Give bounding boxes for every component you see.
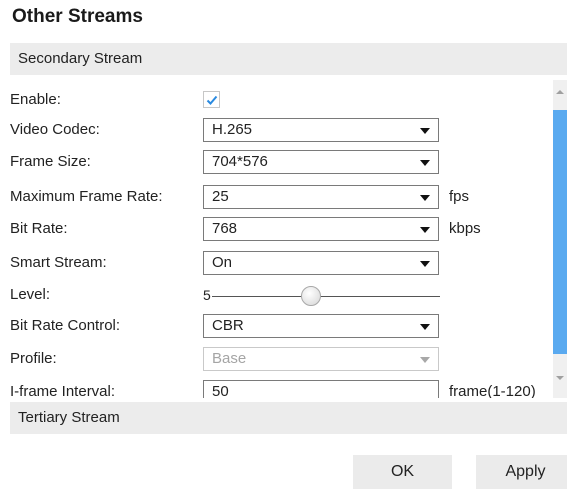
scroll-up-icon[interactable]	[556, 90, 564, 94]
max-frame-rate-value: 25	[212, 188, 229, 205]
scroll-down-icon[interactable]	[556, 376, 564, 380]
smart-stream-row: Smart Stream: On	[10, 251, 550, 275]
secondary-stream-header[interactable]: Secondary Stream	[10, 43, 567, 75]
bit-rate-label: Bit Rate:	[10, 220, 68, 237]
apply-button[interactable]: Apply	[476, 455, 567, 489]
profile-value: Base	[212, 350, 247, 367]
i-frame-interval-value: 50	[212, 383, 229, 398]
tertiary-stream-header-label: Tertiary Stream	[18, 409, 120, 426]
chevron-down-icon	[420, 357, 430, 363]
video-codec-value: H.265	[212, 121, 253, 138]
chevron-down-icon	[420, 324, 430, 330]
profile-select: Base	[203, 347, 439, 371]
enable-checkbox[interactable]	[203, 91, 220, 108]
secondary-stream-panel: Enable: Video Codec: H.265 Frame Size: 7…	[10, 80, 567, 398]
frame-size-value: 704*576	[212, 153, 268, 170]
level-slider-handle[interactable]	[301, 286, 321, 306]
bit-rate-select[interactable]: 768	[203, 217, 439, 241]
enable-row: Enable:	[10, 88, 550, 112]
bit-rate-control-value: CBR	[212, 317, 244, 334]
chevron-down-icon	[420, 128, 430, 134]
chevron-down-icon	[420, 160, 430, 166]
level-row: Level: 5	[10, 283, 550, 307]
frame-size-row: Frame Size: 704*576	[10, 150, 550, 174]
chevron-down-icon	[420, 261, 430, 267]
smart-stream-select[interactable]: On	[203, 251, 439, 275]
i-frame-interval-input[interactable]: 50	[203, 380, 439, 398]
check-icon	[206, 95, 218, 105]
video-codec-row: Video Codec: H.265	[10, 118, 550, 142]
profile-label: Profile:	[10, 350, 57, 367]
level-slider-track[interactable]	[212, 296, 440, 297]
level-value: 5	[203, 287, 211, 303]
secondary-stream-header-label: Secondary Stream	[18, 50, 143, 67]
video-codec-select[interactable]: H.265	[203, 118, 439, 142]
panel-scrollbar[interactable]	[553, 80, 567, 398]
bit-rate-row: Bit Rate: 768 kbps	[10, 217, 550, 241]
frame-size-label: Frame Size:	[10, 153, 91, 170]
smart-stream-value: On	[212, 254, 233, 271]
scrollbar-thumb[interactable]	[553, 110, 567, 354]
enable-label: Enable:	[10, 91, 61, 108]
profile-row: Profile: Base	[10, 347, 550, 371]
bit-rate-control-select[interactable]: CBR	[203, 314, 439, 338]
max-frame-rate-label: Maximum Frame Rate:	[10, 188, 163, 205]
chevron-down-icon	[420, 195, 430, 201]
chevron-down-icon	[420, 227, 430, 233]
tertiary-stream-header[interactable]: Tertiary Stream	[10, 402, 567, 434]
bit-rate-control-row: Bit Rate Control: CBR	[10, 314, 550, 338]
max-frame-rate-unit: fps	[449, 188, 470, 205]
max-frame-rate-row: Maximum Frame Rate: 25 fps	[10, 185, 550, 209]
ok-button[interactable]: OK	[353, 455, 452, 489]
i-frame-interval-row: I-frame Interval: 50 frame(1-120)	[10, 380, 550, 398]
level-label: Level:	[10, 286, 51, 303]
frame-size-select[interactable]: 704*576	[203, 150, 439, 174]
bit-rate-control-label: Bit Rate Control:	[10, 317, 121, 334]
max-frame-rate-select[interactable]: 25	[203, 185, 439, 209]
i-frame-interval-label: I-frame Interval:	[10, 383, 116, 398]
bit-rate-value: 768	[212, 220, 238, 237]
page-title: Other Streams	[12, 6, 143, 27]
bit-rate-unit: kbps	[449, 220, 481, 237]
i-frame-interval-unit: frame(1-120)	[449, 383, 536, 398]
smart-stream-label: Smart Stream:	[10, 254, 107, 271]
video-codec-label: Video Codec:	[10, 121, 100, 138]
